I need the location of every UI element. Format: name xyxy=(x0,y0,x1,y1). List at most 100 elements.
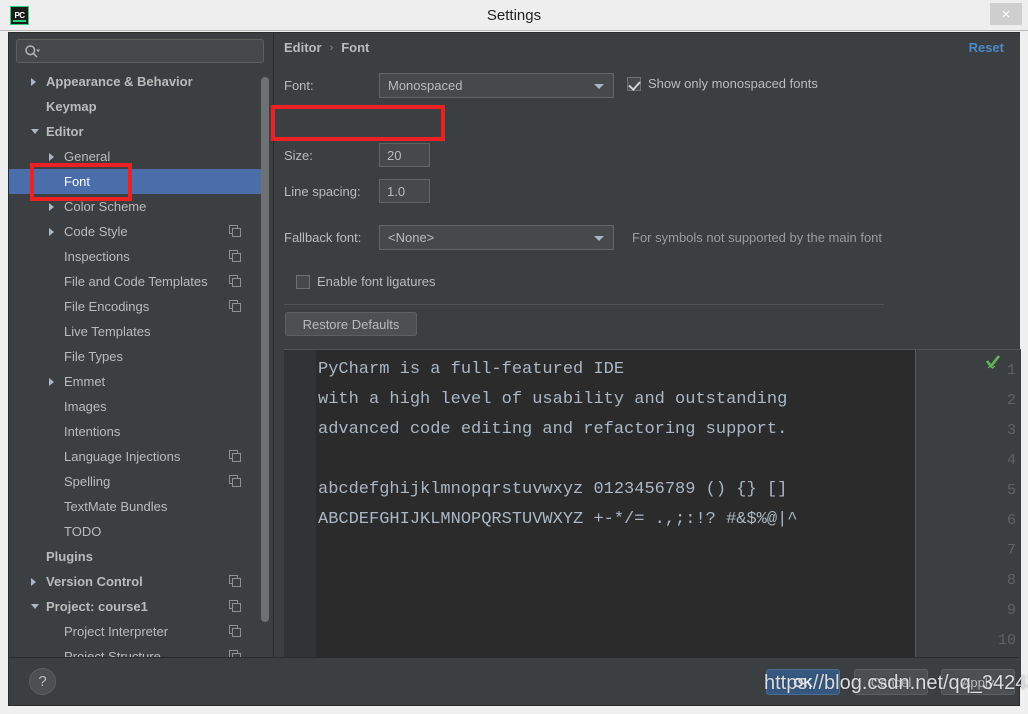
sidebar-scrollbar-thumb[interactable] xyxy=(261,77,269,622)
copy-icon xyxy=(229,600,241,612)
sidebar-item-todo[interactable]: TODO xyxy=(9,519,265,544)
code-line: PyCharm is a full-featured IDE xyxy=(318,360,625,379)
sidebar-item-keymap[interactable]: Keymap xyxy=(9,94,265,119)
sidebar-item-label: Keymap xyxy=(46,99,97,114)
sidebar-item-intentions[interactable]: Intentions xyxy=(9,419,265,444)
line-number: 5 xyxy=(1006,482,1016,499)
sidebar-item-project-course1[interactable]: Project: course1 xyxy=(9,594,265,619)
sidebar-item-label: General xyxy=(64,149,111,164)
line-number: 2 xyxy=(1006,392,1016,409)
sidebar-item-label: Live Templates xyxy=(64,324,151,339)
restore-defaults-button[interactable]: Restore Defaults xyxy=(285,312,417,336)
sidebar-item-font[interactable]: Font xyxy=(9,169,265,194)
copy-icon xyxy=(229,300,241,312)
sidebar-item-spelling[interactable]: Spelling xyxy=(9,469,265,494)
editor-gutter xyxy=(284,350,316,687)
chevron-down-icon[interactable] xyxy=(31,129,39,134)
copy-icon xyxy=(229,225,241,237)
sidebar-item-images[interactable]: Images xyxy=(9,394,265,419)
sidebar-item-label: File and Code Templates xyxy=(64,274,208,289)
breadcrumb-separator-icon: › xyxy=(329,41,334,54)
ok-check-icon[interactable] xyxy=(985,354,1001,370)
sidebar-item-label: Project Structure xyxy=(64,649,161,657)
help-button[interactable]: ? xyxy=(29,668,56,695)
search-icon xyxy=(25,45,40,58)
fallback-font-select-value: <None> xyxy=(388,230,435,245)
font-label: Font: xyxy=(284,78,314,93)
chevron-down-icon xyxy=(594,236,604,241)
sidebar-item-label: TODO xyxy=(64,524,102,539)
sidebar-item-label: Project: course1 xyxy=(46,599,148,614)
font-select[interactable]: Monospaced xyxy=(379,73,614,98)
checkbox-checked-icon xyxy=(627,76,641,91)
sidebar-item-label: Code Style xyxy=(64,224,128,239)
monospaced-checkbox-row[interactable]: Show only monospaced fonts xyxy=(627,76,818,91)
sidebar-item-color-scheme[interactable]: Color Scheme xyxy=(9,194,265,219)
chevron-down-icon[interactable] xyxy=(31,604,39,609)
line-number: 4 xyxy=(1006,452,1016,469)
line-number: 6 xyxy=(1006,512,1016,529)
line-number: 1 xyxy=(1006,362,1016,379)
ligatures-row[interactable]: Enable font ligatures xyxy=(296,274,436,289)
sidebar-item-appearance-behavior[interactable]: Appearance & Behavior xyxy=(9,69,265,94)
sidebar-item-label: Project Interpreter xyxy=(64,624,169,639)
sidebar-item-project-interpreter[interactable]: Project Interpreter xyxy=(9,619,265,644)
sidebar-item-label: Spelling xyxy=(64,474,111,489)
show-only-monospaced-fonts-label: Show only monospaced fonts xyxy=(648,76,818,91)
sidebar-item-language-injections[interactable]: Language Injections xyxy=(9,444,265,469)
sidebar-item-label: Version Control xyxy=(46,574,143,589)
font-select-value: Monospaced xyxy=(388,78,463,93)
breadcrumb-parent[interactable]: Editor xyxy=(284,40,322,55)
settings-dialog-window: PC Settings × Appearance & Behavior Keyma… xyxy=(0,0,1028,714)
show-only-monospaced-fonts-checkbox[interactable]: Show only monospaced fonts xyxy=(627,76,818,91)
sidebar-item-code-style[interactable]: Code Style xyxy=(9,219,265,244)
chevron-right-icon[interactable] xyxy=(49,152,54,161)
chevron-right-icon[interactable] xyxy=(31,577,36,586)
fallback-font-select[interactable]: <None> xyxy=(379,225,614,250)
breadcrumb: Editor › Font xyxy=(284,40,369,55)
sidebar-item-textmate-bundles[interactable]: TextMate Bundles xyxy=(9,494,265,519)
chevron-right-icon[interactable] xyxy=(49,227,54,236)
sidebar-item-version-control[interactable]: Version Control xyxy=(9,569,265,594)
sidebar-item-label: Language Injections xyxy=(64,449,181,464)
line-number: 7 xyxy=(1006,542,1016,559)
font-preview-editor[interactable]: 1 2 3 4 5 6 7 8 9 10 PyCharm is a full-featured I… xyxy=(284,349,1021,687)
section-divider xyxy=(284,304,884,305)
size-label: Size: xyxy=(284,147,313,163)
chevron-right-icon[interactable] xyxy=(31,77,36,86)
enable-font-ligatures-checkbox[interactable]: Enable font ligatures xyxy=(296,274,436,289)
line-number: 3 xyxy=(1006,422,1016,439)
copy-icon xyxy=(229,575,241,587)
code-line: ABCDEFGHIJKLMNOPQRSTUVWXYZ +-*/= .,;:!? … xyxy=(318,510,798,529)
font-row: Font: Monospaced xyxy=(284,73,614,98)
chevron-right-icon[interactable] xyxy=(49,377,54,386)
sidebar-item-editor[interactable]: Editor xyxy=(9,119,265,144)
sidebar-item-label: Appearance & Behavior xyxy=(46,74,193,89)
sidebar-item-general[interactable]: General xyxy=(9,144,265,169)
sidebar-item-project-structure[interactable]: Project Structure xyxy=(9,644,265,657)
sidebar-item-emmet[interactable]: Emmet xyxy=(9,369,265,394)
sidebar-item-label: Intentions xyxy=(64,424,121,439)
sidebar-item-inspections[interactable]: Inspections xyxy=(9,244,265,269)
search-box[interactable] xyxy=(16,39,264,63)
enable-font-ligatures-label: Enable font ligatures xyxy=(317,274,436,289)
copy-icon xyxy=(229,450,241,462)
sidebar-item-label: Images xyxy=(64,399,107,414)
sidebar-item-file-and-code-templates[interactable]: File and Code Templates xyxy=(9,269,265,294)
settings-tree[interactable]: Appearance & Behavior Keymap Editor General… xyxy=(9,69,265,657)
line-spacing-row: Line spacing: 1.0 xyxy=(284,179,430,203)
fallback-font-label: Fallback font: xyxy=(284,230,362,245)
close-icon[interactable]: × xyxy=(990,3,1022,25)
sidebar-item-file-types[interactable]: File Types xyxy=(9,344,265,369)
size-input[interactable]: 20 xyxy=(379,143,430,167)
sidebar-item-plugins[interactable]: Plugins xyxy=(9,544,265,569)
search-input[interactable] xyxy=(47,40,261,62)
sidebar-item-label: Editor xyxy=(46,124,84,139)
sidebar-item-label: Inspections xyxy=(64,249,130,264)
chevron-right-icon[interactable] xyxy=(49,202,54,211)
size-row: Size: 20 xyxy=(284,143,430,167)
sidebar-item-file-encodings[interactable]: File Encodings xyxy=(9,294,265,319)
line-spacing-input[interactable]: 1.0 xyxy=(379,179,430,203)
sidebar-item-live-templates[interactable]: Live Templates xyxy=(9,319,265,344)
reset-link[interactable]: Reset xyxy=(969,40,1004,55)
